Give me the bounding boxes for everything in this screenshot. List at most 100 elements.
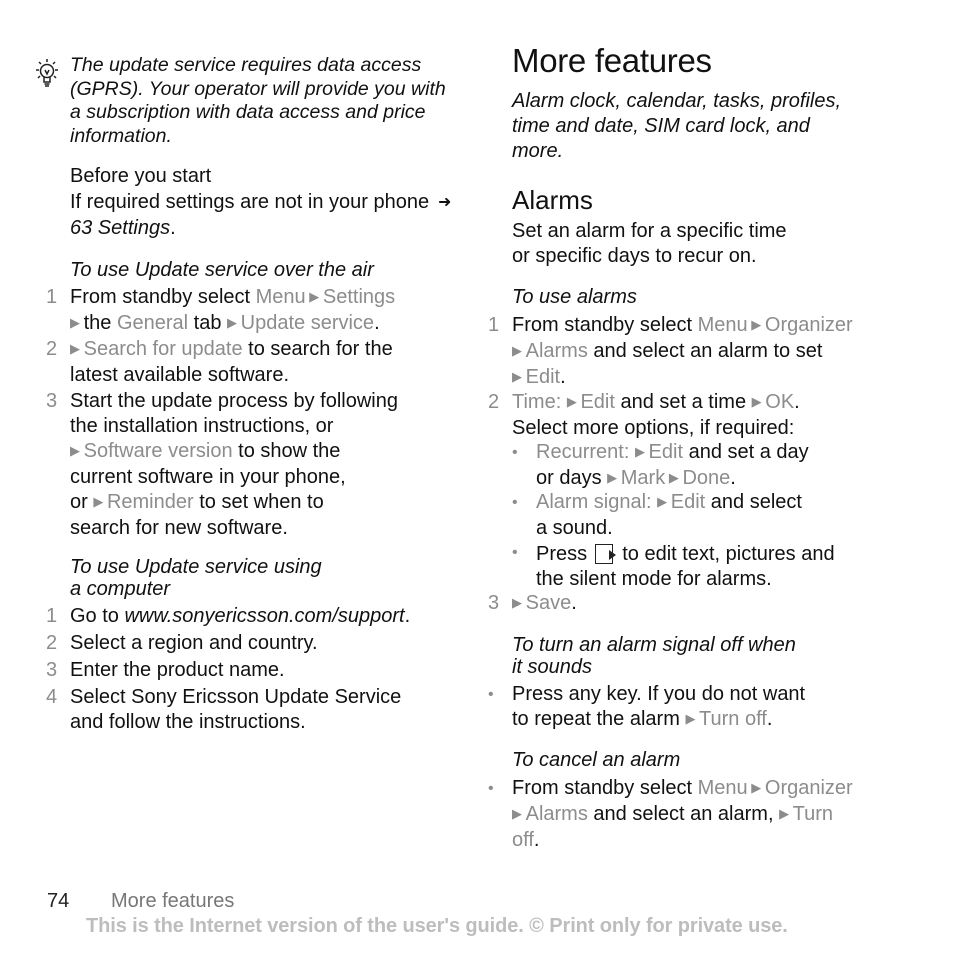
menu-item-label[interactable]: Alarms (526, 340, 588, 362)
body-text: Select a region and country. (70, 632, 318, 654)
menu-arrow-icon: ▶ (634, 444, 649, 459)
bullet-text: Alarm signal: ▶ Edit and select a sound. (536, 490, 908, 541)
bullet-item: • Recurrent: ▶ Edit and set a day or days … (488, 440, 908, 492)
bullet-item: • From standby select Menu ▶ Organizer ▶ … (488, 776, 908, 853)
before-start-text-main: If required settings are not in your pho… (70, 191, 430, 213)
before-start-text: If required settings are not in your pho… (70, 190, 460, 241)
computer-heading-line1: To use Update service using (70, 556, 322, 578)
menu-item-label[interactable]: Menu (698, 777, 748, 799)
url-text[interactable]: www.sonyericsson.com/support (124, 605, 404, 627)
text-line: ▶ Alarms and select an alarm, ▶ Turn (512, 802, 908, 828)
text-line: ▶ the General tab ▶ Update service. (70, 311, 470, 337)
menu-arrow-icon: ▶ (227, 315, 241, 330)
menu-item-label[interactable]: Time: (512, 391, 567, 413)
menu-item-label[interactable]: Turn off (699, 708, 767, 730)
step-item: 3 ▶ Save. (488, 591, 908, 617)
menu-item-label[interactable]: Reminder (107, 491, 194, 513)
body-text: to edit text, pictures and (616, 543, 835, 565)
body-text: From standby select (512, 314, 698, 336)
menu-item-label[interactable]: Alarm signal: (536, 491, 657, 513)
text-line: From standby select Menu ▶ Organizer (512, 313, 908, 339)
bullet-item: • Press to edit text, pictures and the sil… (488, 540, 908, 592)
intro-line: Alarm clock, calendar, tasks, profiles, (512, 90, 842, 112)
body-text: and select an alarm to set (587, 340, 823, 362)
body-text: to repeat the alarm (512, 708, 686, 730)
menu-item-label[interactable]: Edit (671, 491, 705, 513)
body-text: latest available software. (70, 364, 290, 386)
settings-reference-link[interactable]: 63 Settings (70, 217, 170, 239)
menu-item-label[interactable]: off (512, 829, 534, 851)
step-item: 4 Select Sony Ericsson Update Service and … (30, 685, 470, 735)
step-item: 1 Go to www.sonyericsson.com/support. (30, 604, 470, 629)
text-line: a sound. (536, 516, 908, 541)
text-line: Select Sony Ericsson Update Service (70, 685, 470, 710)
cancel-heading: To cancel an alarm (512, 749, 681, 771)
step-number: 1 (488, 314, 500, 336)
menu-item-label[interactable]: Menu (256, 286, 306, 308)
menu-item-label[interactable]: Save (526, 592, 572, 614)
text-line: Go to www.sonyericsson.com/support. (70, 604, 470, 629)
text-line: ▶ Software version to show the (70, 439, 470, 465)
menu-item-label[interactable]: Turn (793, 803, 833, 825)
menu-item-label[interactable]: Menu (698, 314, 748, 336)
text-line: Recurrent: ▶ Edit and set a day (536, 440, 908, 466)
over-air-heading-text: To use Update service over the air (70, 259, 374, 281)
text-line: ▶ Alarms and select an alarm to set (512, 339, 908, 365)
before-start-heading: Before you start (70, 165, 212, 187)
menu-item-label[interactable]: General (117, 312, 188, 334)
menu-arrow-icon: ▶ (747, 317, 765, 332)
text-line: Select a region and country. (70, 631, 470, 656)
body-text: the installation instructions, or (70, 415, 334, 437)
text-line: ▶ Edit. (512, 365, 908, 391)
menu-arrow-icon: ▶ (70, 315, 84, 330)
menu-item-label[interactable]: OK (765, 391, 794, 413)
step-text: ▶ Save. (512, 591, 908, 617)
computer-heading: To use Update service using a computer (70, 556, 322, 600)
body-text: . (404, 605, 411, 627)
body-text: and set a day (683, 441, 809, 463)
body-text: to set when to (193, 491, 324, 513)
menu-item-label[interactable]: Update service (241, 312, 374, 334)
menu-item-label[interactable]: Settings (323, 286, 395, 308)
body-text: to search for the (242, 338, 393, 360)
body-text: . (374, 312, 380, 334)
menu-item-label[interactable]: Organizer (765, 314, 853, 336)
body-text: From standby select (512, 777, 698, 799)
text-line: to repeat the alarm ▶ Turn off. (512, 707, 908, 733)
menu-item-label[interactable]: Edit (649, 441, 683, 463)
menu-item-label[interactable]: Software version (84, 440, 233, 462)
step-number: 3 (46, 659, 58, 681)
step-item: 2 Select a region and country. (30, 631, 470, 656)
menu-item-label[interactable]: Done (682, 467, 730, 489)
turn-off-heading-line1: To turn an alarm signal off when (512, 634, 796, 656)
step-text: Select a region and country. (70, 631, 470, 656)
bullet-text: Recurrent: ▶ Edit and set a day or days ▶… (536, 440, 908, 492)
step-number: 3 (46, 390, 58, 412)
page-title: More features (512, 42, 712, 79)
menu-arrow-icon: ▶ (779, 806, 793, 821)
body-text: . (533, 829, 540, 851)
lightbulb-icon (36, 59, 58, 87)
computer-heading-line2: a computer (70, 578, 171, 600)
menu-item-label[interactable]: Mark (621, 467, 665, 489)
menu-item-label[interactable]: Edit (580, 391, 614, 413)
menu-arrow-icon: ▶ (607, 470, 621, 485)
menu-arrow-icon: ▶ (512, 343, 526, 358)
text-line: ▶ Search for update to search for the (70, 337, 470, 363)
step-number: 2 (488, 391, 500, 413)
menu-arrow-icon: ▶ (665, 470, 683, 485)
menu-item-label[interactable]: Recurrent: (536, 441, 635, 463)
text-line: Press to edit text, pictures and (536, 540, 908, 567)
text-line: Press any key. If you do not want (512, 682, 908, 707)
text-line: off. (512, 828, 908, 853)
text-line: Start the update process by following (70, 389, 470, 414)
intro-line: time and date, SIM card lock, and (512, 115, 810, 137)
step-text: From standby select Menu ▶ Organizer ▶ A… (512, 313, 908, 391)
step-item: 2 ▶ Search for update to search for the l… (30, 337, 470, 388)
body-text: and set a time (614, 391, 752, 413)
menu-arrow-icon: ▶ (70, 341, 84, 356)
menu-item-label[interactable]: Edit (526, 366, 560, 388)
menu-item-label[interactable]: Search for update (84, 338, 243, 360)
menu-item-label[interactable]: Alarms (526, 803, 588, 825)
menu-item-label[interactable]: Organizer (765, 777, 853, 799)
